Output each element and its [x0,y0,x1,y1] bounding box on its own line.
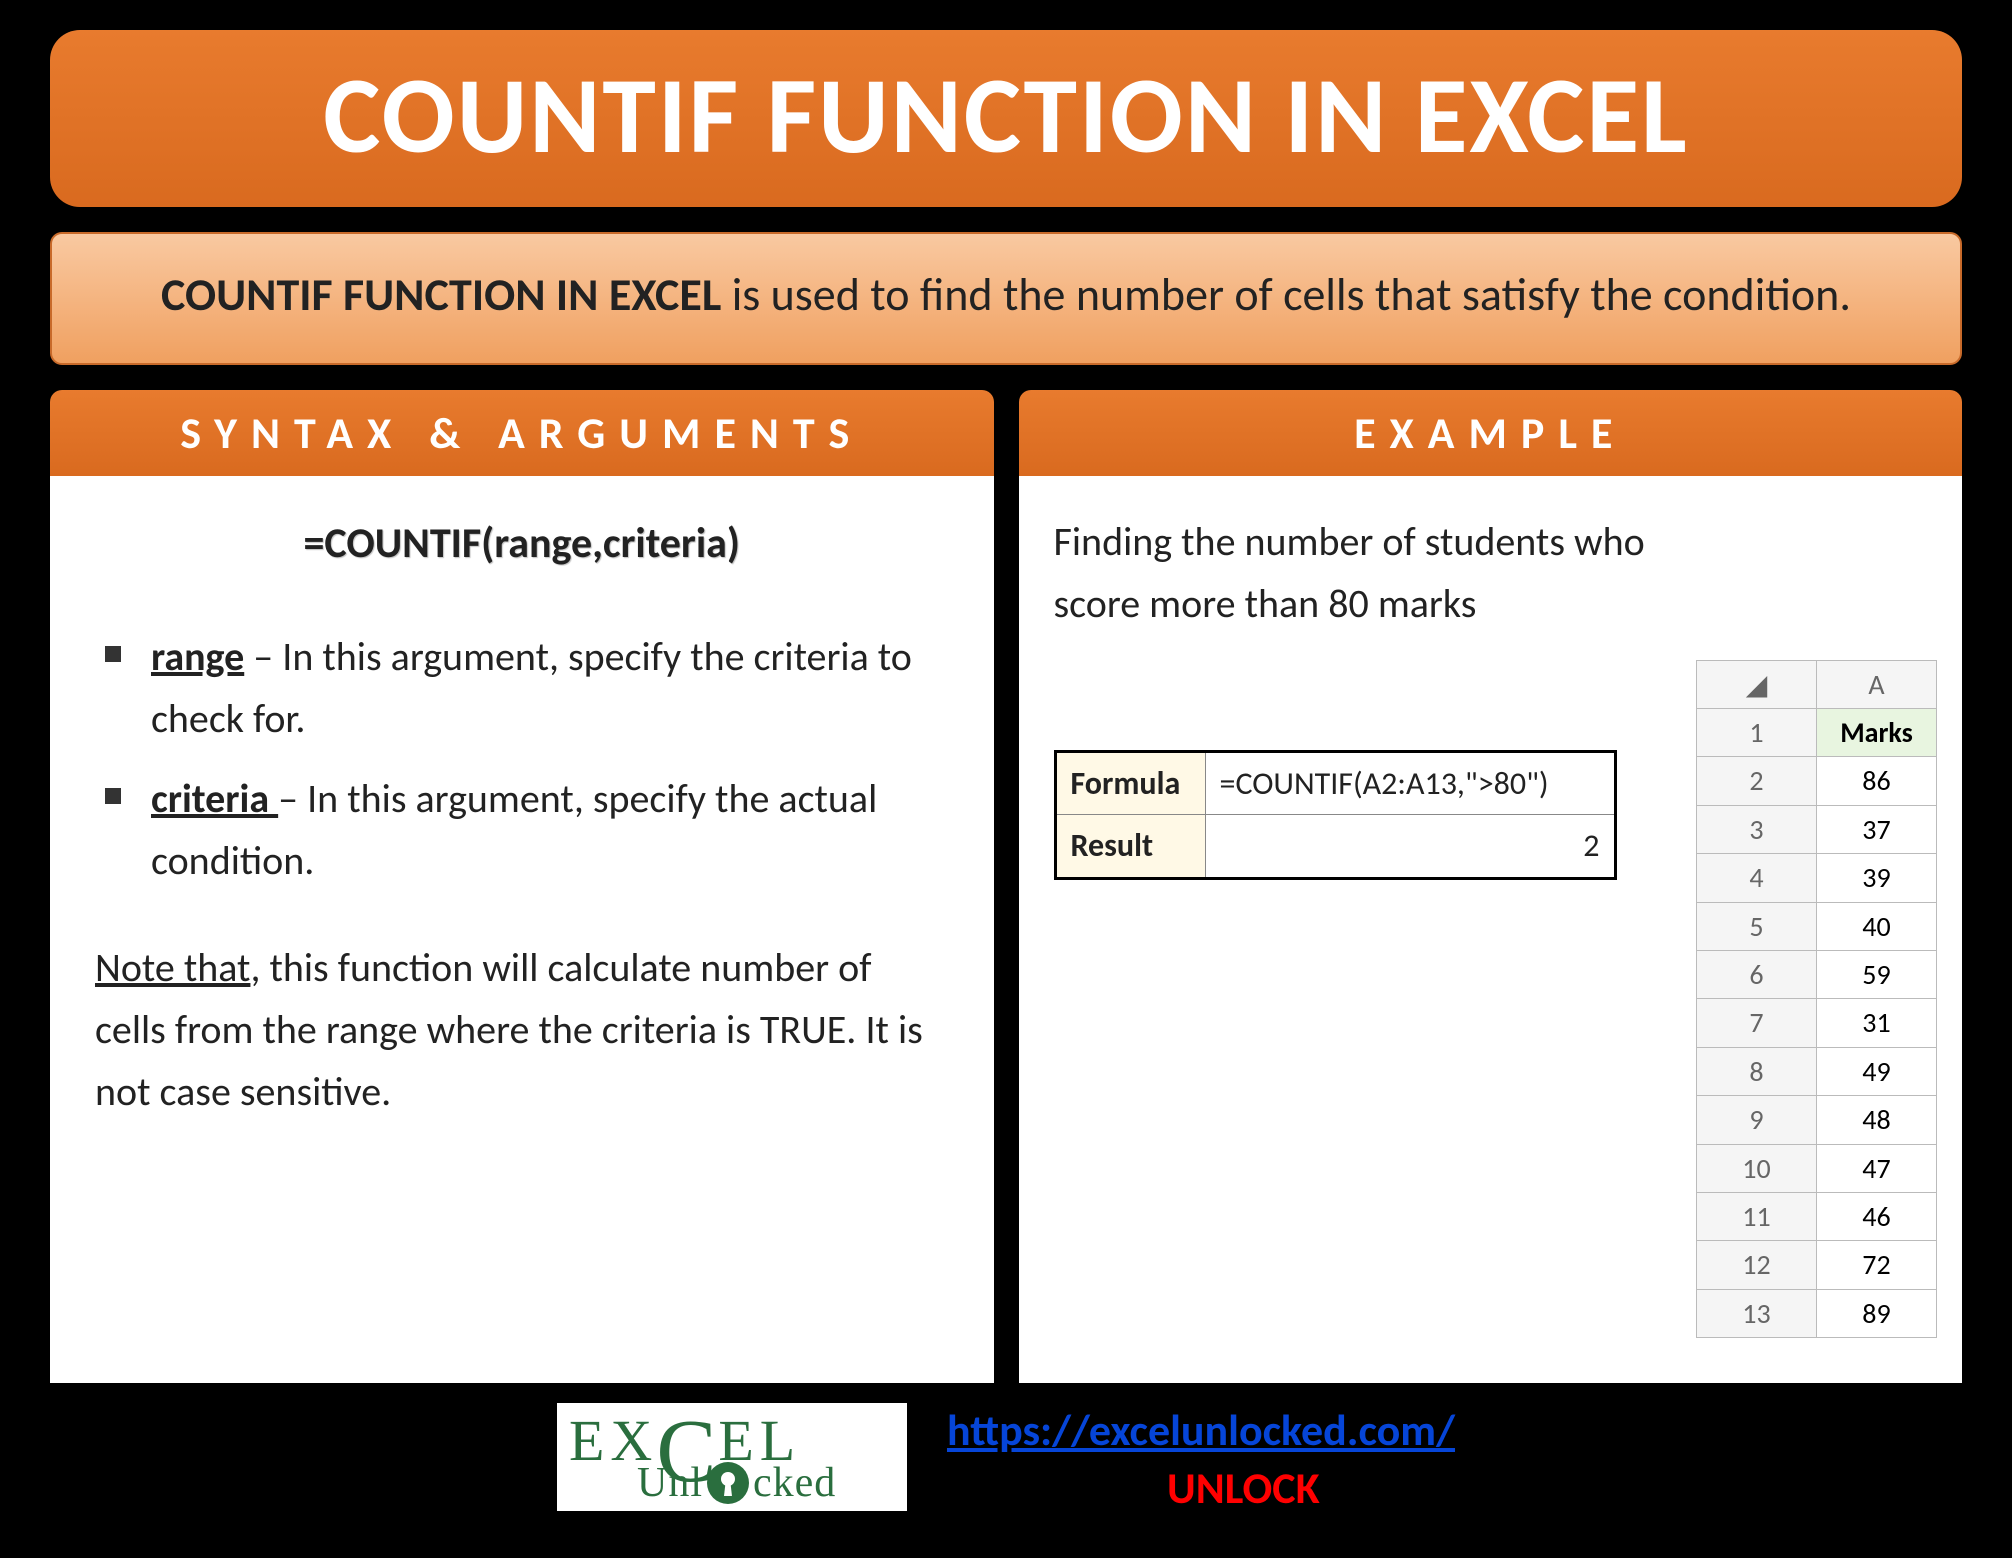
row-number: 1 [1697,708,1817,756]
column-letter: A [1817,660,1937,708]
keyhole-icon [707,1462,749,1504]
footer-unlock-text: UNLOCK [1167,1461,1455,1515]
argument-criteria: criteria – In this argument, specify the… [95,768,949,892]
marks-cell: 86 [1817,757,1937,805]
row-number: 3 [1697,805,1817,853]
result-value-cell: 2 [1205,815,1615,879]
corner-cell: ◢ [1697,660,1817,708]
row-number: 7 [1697,999,1817,1047]
table-row: 439 [1697,854,1937,902]
table-row: ◢ A [1697,660,1937,708]
main-title-bar: COUNTIF FUNCTION IN EXCEL [50,30,1962,207]
description-bold: COUNTIF FUNCTION IN EXCEL [161,267,721,323]
table-row: 1047 [1697,1144,1937,1192]
syntax-formula: =COUNTIF(range,criteria) [95,511,949,576]
marks-data-table: ◢ A 1 Marks 286 337 439 540 659 731 849 … [1696,660,1937,1338]
footer-text-block: https://excelunlocked.com/ UNLOCK [947,1403,1455,1515]
logo-top-text: EXCEL [569,1411,895,1465]
marks-cell: 89 [1817,1289,1937,1337]
marks-cell: 40 [1817,902,1937,950]
argument-text: criteria – In this argument, specify the… [151,768,949,892]
row-number: 2 [1697,757,1817,805]
marks-cell: 31 [1817,999,1937,1047]
arguments-list: range – In this argument, specify the cr… [95,626,949,892]
argument-text: range – In this argument, specify the cr… [151,626,949,750]
marks-cell: 37 [1817,805,1937,853]
row-number: 13 [1697,1289,1817,1337]
footer-link[interactable]: https://excelunlocked.com/ [947,1403,1455,1457]
logo: EXCEL Unl cked [557,1403,907,1511]
table-row: 948 [1697,1096,1937,1144]
table-row: Formula =COUNTIF(A2:A13,">80") [1055,751,1615,815]
row-number: 6 [1697,950,1817,998]
marks-cell: 59 [1817,950,1937,998]
row-number: 4 [1697,854,1817,902]
syntax-body: =COUNTIF(range,criteria) range – In this… [50,476,994,1383]
example-content-row: Formula =COUNTIF(A2:A13,">80") Result 2 … [1054,660,1938,1338]
syntax-header: SYNTAX & ARGUMENTS [50,390,994,476]
formula-value-cell: =COUNTIF(A2:A13,">80") [1205,751,1615,815]
table-row: 1272 [1697,1241,1937,1289]
syntax-note: Note that, this function will calculate … [95,937,949,1123]
table-row: 286 [1697,757,1937,805]
marks-cell: 47 [1817,1144,1937,1192]
footer: EXCEL Unl cked https://excelunlocked.com… [50,1403,1962,1515]
marks-header-cell: Marks [1817,708,1937,756]
row-number: 8 [1697,1047,1817,1095]
note-lead: Note that [95,943,250,992]
description-rest: is used to find the number of cells that… [721,267,1851,323]
marks-cell: 49 [1817,1047,1937,1095]
row-number: 12 [1697,1241,1817,1289]
row-number: 9 [1697,1096,1817,1144]
marks-cell: 72 [1817,1241,1937,1289]
table-row: 731 [1697,999,1937,1047]
table-row: 337 [1697,805,1937,853]
description-text: COUNTIF FUNCTION IN EXCEL is used to fin… [92,259,1920,333]
main-title: COUNTIF FUNCTION IN EXCEL [50,50,1962,182]
table-row: 540 [1697,902,1937,950]
example-intro: Finding the number of students who score… [1054,511,1938,635]
row-number: 11 [1697,1192,1817,1240]
table-row: 659 [1697,950,1937,998]
bullet-icon [105,646,121,662]
table-row: 1146 [1697,1192,1937,1240]
table-row: 1 Marks [1697,708,1937,756]
marks-cell: 39 [1817,854,1937,902]
marks-cell: 48 [1817,1096,1937,1144]
example-header: EXAMPLE [1019,390,1963,476]
formula-result-table: Formula =COUNTIF(A2:A13,">80") Result 2 [1054,750,1617,880]
table-row: 849 [1697,1047,1937,1095]
example-body: Finding the number of students who score… [1019,476,1963,1383]
argument-range: range – In this argument, specify the cr… [95,626,949,750]
marks-cell: 46 [1817,1192,1937,1240]
row-number: 5 [1697,902,1817,950]
syntax-column: SYNTAX & ARGUMENTS =COUNTIF(range,criter… [50,390,994,1383]
table-row: Result 2 [1055,815,1615,879]
row-number: 10 [1697,1144,1817,1192]
table-row: 1389 [1697,1289,1937,1337]
bullet-icon [105,788,121,804]
example-column: EXAMPLE Finding the number of students w… [1019,390,1963,1383]
columns: SYNTAX & ARGUMENTS =COUNTIF(range,criter… [50,390,1962,1383]
formula-label-cell: Formula [1055,751,1205,815]
result-label-cell: Result [1055,815,1205,879]
description-box: COUNTIF FUNCTION IN EXCEL is used to fin… [50,232,1962,365]
